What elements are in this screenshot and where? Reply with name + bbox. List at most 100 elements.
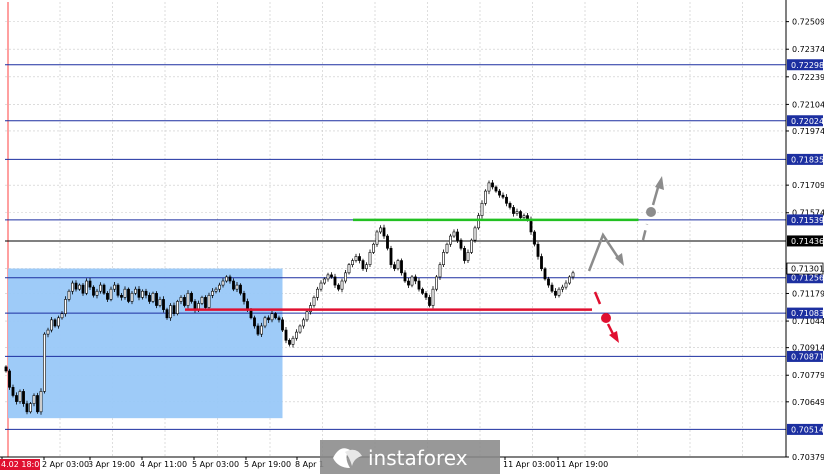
candle-body xyxy=(165,309,169,319)
price-tick-label: 0.72239 xyxy=(792,73,824,82)
candle-body xyxy=(379,227,382,233)
candle-body xyxy=(162,299,165,310)
price-level-badge-label: 0.72024 xyxy=(791,117,824,126)
candle-body xyxy=(550,284,554,292)
candle-body xyxy=(564,282,568,288)
candle-body xyxy=(113,284,116,290)
price-level-badge-label: 0.72298 xyxy=(791,61,824,70)
candle-body xyxy=(473,227,477,241)
candle-body xyxy=(155,292,158,306)
candle-body xyxy=(452,231,456,237)
candle-body xyxy=(211,290,214,296)
candle-body xyxy=(25,403,29,413)
candle-body xyxy=(36,395,39,413)
time-tick-label: 5 Apr 03:00 xyxy=(192,460,239,469)
candle-body xyxy=(172,305,176,315)
candle-body xyxy=(190,292,193,302)
candle-body xyxy=(15,395,18,402)
candle-body xyxy=(256,325,260,335)
candle-body xyxy=(515,211,519,214)
price-tick-label: 0.70379 xyxy=(792,453,824,462)
price-tick-label: 0.71974 xyxy=(792,127,824,136)
candle-body xyxy=(46,329,50,335)
candle-body xyxy=(116,284,120,296)
candle-body xyxy=(498,190,501,196)
candle-body xyxy=(242,292,246,302)
candle-body xyxy=(148,295,151,302)
candle-body xyxy=(253,317,256,327)
candle-body xyxy=(235,284,239,290)
candle-body xyxy=(295,331,298,339)
candle-body xyxy=(88,280,92,288)
candle-body xyxy=(53,319,57,327)
time-tick-label: 4 Apr 11:00 xyxy=(140,460,187,469)
candle-body xyxy=(501,194,505,198)
candle-body xyxy=(57,317,60,327)
candle-body xyxy=(403,272,407,282)
candle-body xyxy=(134,288,137,294)
candle-body xyxy=(270,313,274,321)
price-chart: 0.72509 0.72374 0.72239 0.72104 0.71974 0.717… xyxy=(0,0,824,474)
time-tick-label: 11 Apr 03:00 xyxy=(503,460,555,469)
candle-body xyxy=(417,280,421,290)
candle-body xyxy=(221,280,225,286)
candle-body xyxy=(207,295,211,308)
candle-body xyxy=(288,339,291,345)
price-level-badge-label: 0.71083 xyxy=(791,309,824,318)
candle-body xyxy=(456,231,459,241)
candle-body xyxy=(158,299,162,306)
time-tick-label: 2 Apr 03:00 xyxy=(42,460,89,469)
time-tick-label: 11 Apr 19:00 xyxy=(556,460,608,469)
candle-body xyxy=(571,272,575,278)
candle-body xyxy=(277,317,281,321)
candle-body xyxy=(200,297,204,304)
candle-body xyxy=(260,325,263,335)
candle-body xyxy=(421,288,424,294)
candle-body xyxy=(225,276,228,282)
candle-body xyxy=(442,252,445,265)
candle-body xyxy=(123,288,127,298)
candle-body xyxy=(74,282,78,290)
candle-body xyxy=(435,276,438,290)
candle-body xyxy=(4,366,8,372)
candle-body xyxy=(438,264,442,278)
candle-body xyxy=(99,284,102,292)
candle-body xyxy=(109,288,113,300)
candle-body xyxy=(459,239,463,249)
candle-body xyxy=(305,311,309,321)
candle-body xyxy=(186,292,190,306)
time-tick-label: 3 Apr 19:00 xyxy=(88,460,135,469)
candle-body xyxy=(337,284,340,290)
candle-body xyxy=(519,211,522,218)
candle-body xyxy=(218,284,221,290)
candle-body xyxy=(561,286,564,290)
candle-body xyxy=(389,248,393,265)
candle-body xyxy=(557,288,561,296)
price-level-badge-label: 0.71256 xyxy=(791,274,824,283)
price-tick-label: 0.72374 xyxy=(792,45,824,54)
candle-body xyxy=(151,292,155,302)
time-tick-label: 5 Apr 19:00 xyxy=(244,460,291,469)
candle-body xyxy=(95,290,99,296)
candle-body xyxy=(410,276,414,286)
candle-body xyxy=(8,370,11,388)
candle-body xyxy=(365,264,368,270)
candle-body xyxy=(43,333,46,392)
candle-body xyxy=(32,395,36,404)
candle-body xyxy=(281,319,284,331)
candle-body xyxy=(484,190,487,204)
time-tick-label: 8 Apr 1 xyxy=(295,460,324,469)
candle-body xyxy=(67,290,71,300)
price-level-badge-label: 0.71539 xyxy=(791,216,824,225)
candle-body xyxy=(298,325,302,333)
price-level-badge-label: 0.71436 xyxy=(791,237,824,246)
candle-body xyxy=(130,292,134,302)
candle-body xyxy=(424,292,428,298)
candle-body xyxy=(183,297,186,306)
candle-body xyxy=(274,313,277,319)
candle-body xyxy=(386,235,389,249)
price-level-badge-label: 0.70871 xyxy=(791,352,824,361)
candle-body xyxy=(375,231,379,245)
candle-body xyxy=(228,276,232,282)
candle-body xyxy=(120,295,123,298)
